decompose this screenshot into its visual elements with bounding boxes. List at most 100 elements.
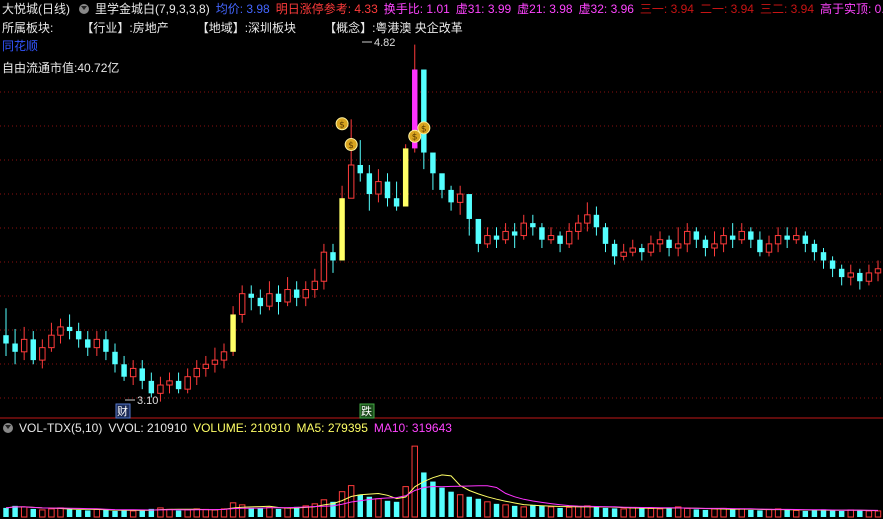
candle-body-27 <box>248 293 254 298</box>
volume-bar-5 <box>48 508 55 518</box>
volume-bar-6 <box>57 507 64 518</box>
v31-value: 虚31: 3.99 <box>455 2 512 16</box>
candle-body-6 <box>57 326 64 336</box>
candle-body-96 <box>874 268 882 274</box>
volume-bar-61 <box>557 507 563 517</box>
candle-body-8 <box>75 331 82 340</box>
candle-body-38 <box>347 164 355 199</box>
volume-bar-22 <box>202 508 210 518</box>
volume-bar-93 <box>847 509 854 518</box>
candle-body-25 <box>230 314 236 352</box>
volume-bar-71 <box>647 507 655 518</box>
candle-body-61 <box>557 235 563 244</box>
ma5-value: MA5: 279395 <box>296 421 368 435</box>
volume-bar-18 <box>166 508 173 518</box>
volume-bar-76 <box>693 509 700 517</box>
kline-chart: $$$$ 4.82 3.10 财 跌 <box>0 37 883 518</box>
candle-body-35 <box>320 251 328 282</box>
volume-header: VOL-TDX(5,10) VVOL: 210910 VOLUME: 210910 M… <box>0 420 458 436</box>
volume-bar-10 <box>93 508 101 518</box>
candle-body-67 <box>611 243 618 257</box>
candle-body-19 <box>175 380 182 390</box>
candle-body-29 <box>266 293 273 307</box>
region-value[interactable]: 深圳板块 <box>248 21 296 35</box>
volume-bar-84 <box>765 508 773 518</box>
candle-body-86 <box>784 235 790 240</box>
candle-body-66 <box>602 227 609 244</box>
volume-bar-80 <box>729 509 736 517</box>
candle-body-26 <box>238 293 246 315</box>
volume-bar-78 <box>711 508 718 518</box>
brand-label[interactable]: 同花顺 <box>2 39 38 53</box>
price-header: 大悦城(日线) 里学金城白(7,9,3,3,8) 均价: 3.98 明日涨停参考: 4… <box>0 0 883 18</box>
candle-body-44 <box>402 148 409 207</box>
volume-bar-96 <box>874 510 882 518</box>
volume-bar-81 <box>738 508 745 518</box>
industry-value[interactable]: 房地产 <box>133 21 169 35</box>
volume-bar-3 <box>30 508 36 517</box>
money-bag-glyph-0: $ <box>339 120 345 130</box>
volume-bar-7 <box>66 509 73 517</box>
candle-body-84 <box>765 243 773 253</box>
cai-badge[interactable]: 财 <box>115 403 131 419</box>
volume-bar-95 <box>865 510 873 518</box>
candle-body-74 <box>674 243 682 249</box>
sector-label: 所属板块: <box>2 21 54 35</box>
candle-body-11 <box>103 339 109 352</box>
volume-bar-68 <box>620 508 627 518</box>
volume-bar-4 <box>39 509 46 518</box>
candle-body-69 <box>629 247 636 253</box>
candle-body-51 <box>466 194 472 219</box>
volume-bar-13 <box>121 510 127 517</box>
candle-body-32 <box>293 289 300 298</box>
volume-bar-92 <box>838 510 845 517</box>
money-bag-glyph-2: $ <box>412 133 418 143</box>
volume-bar-73 <box>666 507 672 517</box>
concept-value[interactable]: 粤港澳 央企改革 <box>375 21 462 35</box>
volume-bar-52 <box>475 498 482 517</box>
candle-body-64 <box>584 214 591 224</box>
volume-bar-35 <box>320 499 328 518</box>
v21-value: 虚21: 3.98 <box>517 2 573 16</box>
candle-body-34 <box>311 280 319 291</box>
candle-body-9 <box>85 339 91 348</box>
volume-bar-15 <box>139 509 145 517</box>
volume-bar-67 <box>611 508 618 517</box>
candle-body-90 <box>820 252 827 261</box>
volume-bar-63 <box>575 505 582 518</box>
indicator-name[interactable]: 里学金城白(7,9,3,3,8) <box>95 2 210 16</box>
volume-bar-42 <box>384 500 391 517</box>
stock-title[interactable]: 大悦城(日线) <box>2 2 70 16</box>
candle-body-43 <box>393 198 400 207</box>
candle-body-56 <box>511 231 518 236</box>
above-top-value: 高于实顶: 0.00 <box>820 2 883 16</box>
volume-bar-65 <box>593 506 600 517</box>
vvol-value: VVOL: 210910 <box>108 421 188 435</box>
volume-dropdown-icon[interactable] <box>3 423 13 433</box>
candle-body-75 <box>684 230 691 245</box>
region-tag: 【地域】: <box>196 21 249 35</box>
volume-bar-82 <box>748 509 754 517</box>
volume-bar-14 <box>129 510 137 518</box>
candle-body-55 <box>502 230 509 241</box>
candle-body-23 <box>211 359 219 365</box>
vol-indicator-name[interactable]: VOL-TDX(5,10) <box>19 421 102 435</box>
candle-body-62 <box>565 230 573 245</box>
volume-bar-39 <box>357 494 363 517</box>
die-badge[interactable]: 跌 <box>359 403 375 419</box>
s1-value: 三一: 3.94 <box>639 2 694 16</box>
e1-value: 二一: 3.94 <box>699 2 754 16</box>
candle-body-87 <box>793 235 800 241</box>
candle-body-77 <box>702 239 709 249</box>
candle-body-85 <box>774 235 782 245</box>
candle-body-50 <box>456 193 464 203</box>
dropdown-circle-icon[interactable] <box>79 4 89 14</box>
volume-bar-45 <box>411 445 418 518</box>
volume-bar-19 <box>175 510 182 517</box>
volume-bar-29 <box>266 506 273 518</box>
volume-bar-27 <box>248 507 254 517</box>
candle-body-76 <box>693 231 700 240</box>
volume-bar-53 <box>484 501 491 518</box>
volume-value: VOLUME: 210910 <box>193 421 291 435</box>
volume-bar-46 <box>421 472 427 517</box>
